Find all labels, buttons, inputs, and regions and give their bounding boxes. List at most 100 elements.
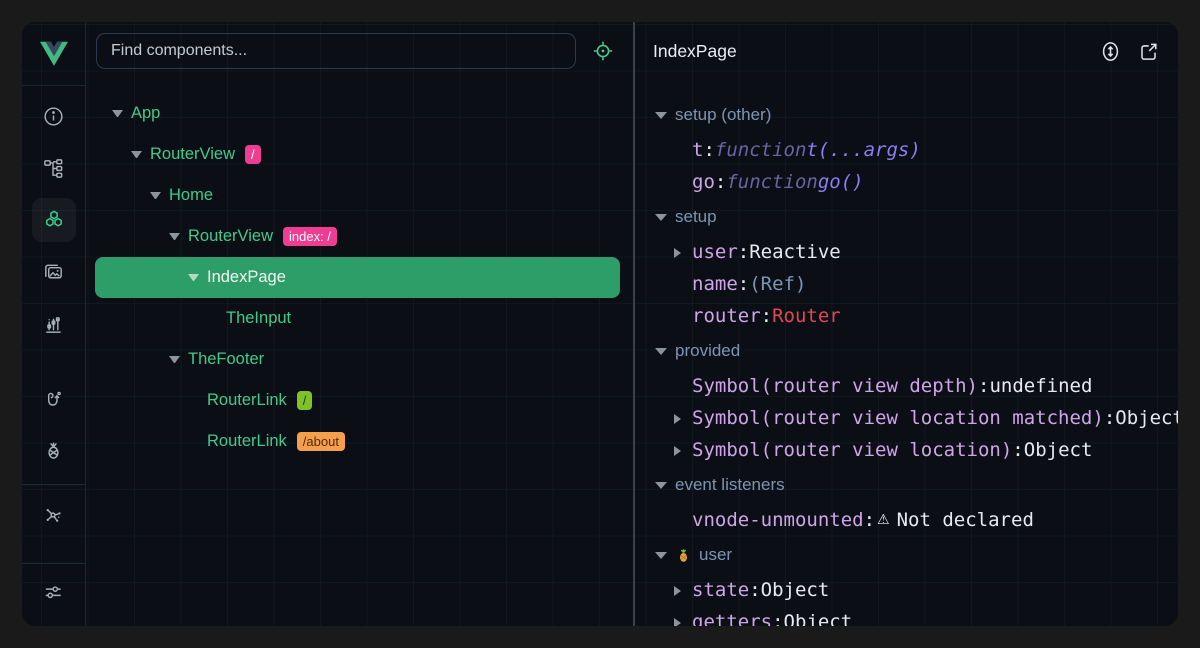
sidebar — [22, 22, 86, 626]
open-in-editor-icon[interactable] — [1136, 39, 1160, 63]
section-label: setup — [675, 207, 717, 227]
tree-item-label: RouterLink — [207, 432, 287, 451]
row-expander-right-icon[interactable] — [674, 241, 692, 263]
tree-toolbar — [86, 22, 633, 80]
function-signature: t(...args) — [806, 139, 920, 161]
target-icon[interactable] — [588, 36, 618, 66]
tree-row-indexpage-4[interactable]: IndexPage — [95, 257, 620, 298]
state-key: router — [692, 305, 761, 327]
expander-spacer — [188, 438, 199, 445]
colon: : — [978, 375, 989, 397]
components-icon[interactable] — [32, 198, 76, 242]
pineapple-icon — [675, 546, 692, 564]
tree-item-label: TheFooter — [188, 350, 264, 369]
section-expander-down-icon[interactable] — [655, 348, 667, 355]
tree-row-app-0[interactable]: App — [95, 93, 620, 134]
state-value: Object — [761, 579, 830, 601]
route-badge: index: / — [283, 227, 337, 246]
timeline-icon[interactable] — [32, 302, 76, 346]
row-expander-right-icon[interactable] — [674, 439, 692, 461]
tree-item-label: IndexPage — [207, 268, 286, 287]
colon: : — [703, 139, 714, 161]
state-row-state[interactable]: state : Object — [635, 574, 1178, 606]
expander-spacer — [188, 397, 199, 404]
tree-row-home-2[interactable]: Home — [95, 175, 620, 216]
state-row-symbol-router-view-location-[interactable]: Symbol(router view location) : Object — [635, 434, 1178, 466]
router-icon[interactable] — [32, 376, 76, 420]
state-key: Symbol(router view depth) — [692, 375, 978, 397]
expander-down-icon[interactable] — [150, 192, 161, 199]
tree-row-thefooter-6[interactable]: TheFooter — [95, 339, 620, 380]
state-row-symbol-router-view-location-matched-[interactable]: Symbol(router view location matched) : O… — [635, 402, 1178, 434]
state-row-user[interactable]: user : Reactive — [635, 236, 1178, 268]
state-section-user[interactable]: user — [635, 536, 1178, 574]
tree-item-label: RouterLink — [207, 391, 287, 410]
inspector-panel: IndexPage setup (other)t : function t(..… — [633, 22, 1178, 626]
colon: : — [1012, 439, 1023, 461]
expander-down-icon[interactable] — [169, 233, 180, 240]
info-icon[interactable] — [32, 94, 76, 138]
state-section-setup[interactable]: setup — [635, 198, 1178, 236]
component-tree: App RouterView/Home RouterViewindex: / Inde… — [86, 80, 633, 462]
state-row-router: router : Router — [635, 300, 1178, 332]
state-key: go — [692, 171, 715, 193]
inspector-actions — [1098, 39, 1160, 63]
expander-down-icon[interactable] — [188, 274, 199, 281]
tree-row-routerview-3[interactable]: RouterViewindex: / — [95, 216, 620, 257]
settings-icon[interactable] — [32, 570, 76, 614]
expander-down-icon[interactable] — [112, 110, 123, 117]
colon: : — [738, 241, 749, 263]
assets-icon[interactable] — [32, 250, 76, 294]
tree-item-label: App — [131, 104, 160, 123]
state-row-getters[interactable]: getters : Object — [635, 606, 1178, 626]
pinia-icon[interactable] — [32, 428, 76, 472]
state-list: setup (other)t : function t(...args)go :… — [635, 80, 1178, 626]
inspector-title: IndexPage — [653, 41, 737, 62]
state-value: Reactive — [749, 241, 841, 263]
tree-row-routerlink-8[interactable]: RouterLink/about — [95, 421, 620, 462]
state-key: name — [692, 273, 738, 295]
section-expander-down-icon[interactable] — [655, 214, 667, 221]
sidebar-nav — [22, 86, 85, 626]
component-tree-icon[interactable] — [32, 146, 76, 190]
colon: : — [715, 171, 726, 193]
state-section-provided[interactable]: provided — [635, 332, 1178, 370]
state-key: user — [692, 241, 738, 263]
colon: : — [772, 611, 783, 626]
state-key: Symbol(router view location) — [692, 439, 1012, 461]
expander-down-icon[interactable] — [169, 356, 180, 363]
state-section-setup-other-[interactable]: setup (other) — [635, 96, 1178, 134]
tree-item-label: Home — [169, 186, 213, 205]
colon: : — [749, 579, 760, 601]
state-section-event-listeners[interactable]: event listeners — [635, 466, 1178, 504]
tree-row-routerview-1[interactable]: RouterView/ — [95, 134, 620, 175]
colon: : — [761, 305, 772, 327]
row-expander-right-icon[interactable] — [674, 611, 692, 626]
row-expander-right-icon[interactable] — [674, 407, 692, 429]
scroll-to-component-icon[interactable] — [1098, 39, 1122, 63]
row-expander-right-icon[interactable] — [674, 579, 692, 601]
state-row-vnode-unmounted: vnode-unmounted : ⚠Not declared — [635, 504, 1178, 536]
section-expander-down-icon[interactable] — [655, 482, 667, 489]
search-input[interactable] — [96, 33, 576, 69]
function-signature: go() — [818, 171, 864, 193]
state-value: Object — [784, 611, 853, 626]
route-badge: / — [297, 391, 313, 410]
component-tree-panel: App RouterView/Home RouterViewindex: / Inde… — [86, 22, 633, 626]
state-row-t: t : function t(...args) — [635, 134, 1178, 166]
state-value: Object — [1115, 407, 1178, 429]
state-key: t — [692, 139, 703, 161]
state-value: Not declared — [897, 509, 1034, 531]
expander-down-icon[interactable] — [131, 151, 142, 158]
tree-row-theinput-5[interactable]: TheInput — [95, 298, 620, 339]
graph-icon[interactable] — [32, 493, 76, 537]
inspector-header: IndexPage — [635, 22, 1178, 80]
section-label: user — [699, 545, 732, 565]
section-label: event listeners — [675, 475, 785, 495]
state-key: Symbol(router view location matched) — [692, 407, 1104, 429]
state-row-name: name : (Ref) — [635, 268, 1178, 300]
tree-row-routerlink-7[interactable]: RouterLink / — [95, 380, 620, 421]
state-row-go: go : function go() — [635, 166, 1178, 198]
section-expander-down-icon[interactable] — [655, 552, 667, 559]
section-expander-down-icon[interactable] — [655, 112, 667, 119]
